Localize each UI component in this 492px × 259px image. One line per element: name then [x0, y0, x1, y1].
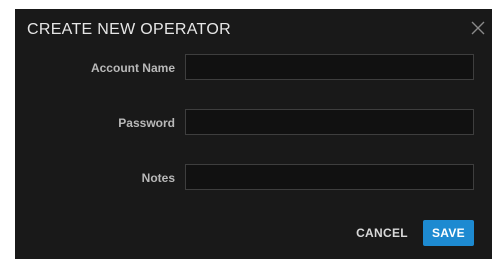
account-name-label: Account Name — [90, 61, 175, 75]
notes-label: Notes — [141, 171, 175, 185]
cancel-button[interactable]: CANCEL — [350, 221, 414, 245]
account-name-input[interactable] — [185, 54, 474, 80]
password-input[interactable] — [185, 109, 474, 135]
notes-input[interactable] — [185, 164, 474, 190]
dialog-title: CREATE NEW OPERATOR — [27, 21, 231, 38]
create-operator-dialog: CREATE NEW OPERATOR Account Name Passwor… — [15, 9, 492, 259]
close-icon[interactable] — [470, 20, 486, 36]
password-label: Password — [118, 116, 175, 130]
save-button[interactable]: SAVE — [423, 220, 474, 246]
